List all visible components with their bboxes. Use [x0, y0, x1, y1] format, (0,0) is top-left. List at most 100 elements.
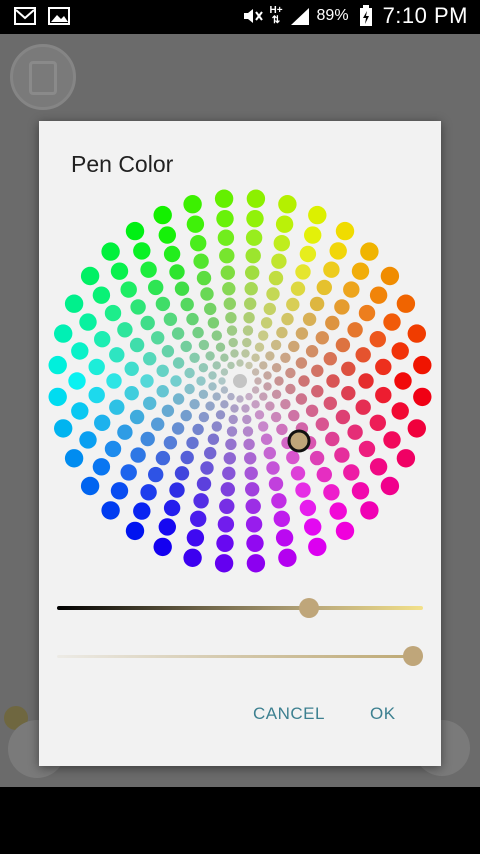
cancel-button[interactable]: CANCEL: [253, 704, 325, 724]
color-swatch[interactable]: [295, 482, 311, 498]
color-swatch[interactable]: [189, 399, 200, 410]
color-swatch[interactable]: [212, 361, 221, 370]
color-swatch[interactable]: [48, 355, 67, 375]
color-swatch[interactable]: [158, 518, 176, 536]
color-swatch[interactable]: [325, 431, 340, 447]
color-swatch[interactable]: [295, 357, 308, 369]
color-swatch[interactable]: [288, 409, 300, 422]
color-swatch[interactable]: [109, 399, 125, 415]
color-swatch[interactable]: [270, 339, 282, 351]
color-swatch[interactable]: [325, 315, 340, 331]
color-swatch[interactable]: [271, 389, 282, 399]
color-swatch[interactable]: [358, 304, 376, 322]
color-swatch[interactable]: [246, 534, 264, 552]
color-swatch[interactable]: [295, 327, 309, 340]
color-swatch[interactable]: [326, 374, 340, 388]
color-swatch-center[interactable]: [233, 374, 247, 388]
color-swatch[interactable]: [271, 253, 287, 269]
color-swatch[interactable]: [309, 296, 325, 312]
color-swatch[interactable]: [298, 375, 310, 387]
color-swatch[interactable]: [79, 431, 97, 449]
color-swatch[interactable]: [186, 215, 205, 233]
color-swatch[interactable]: [71, 402, 89, 420]
color-swatch[interactable]: [71, 342, 89, 360]
color-swatch[interactable]: [275, 529, 294, 547]
color-swatch[interactable]: [246, 189, 266, 208]
color-swatch[interactable]: [369, 458, 388, 476]
color-swatch[interactable]: [274, 376, 284, 386]
color-swatch[interactable]: [341, 361, 356, 376]
color-swatch[interactable]: [220, 400, 229, 409]
color-swatch[interactable]: [242, 325, 254, 336]
color-swatch[interactable]: [151, 331, 165, 345]
color-swatch[interactable]: [242, 426, 254, 437]
color-swatch[interactable]: [251, 400, 260, 409]
color-swatch[interactable]: [171, 422, 185, 435]
color-swatch[interactable]: [172, 357, 185, 369]
color-swatch[interactable]: [244, 297, 257, 310]
color-swatch[interactable]: [196, 376, 206, 386]
color-swatch[interactable]: [266, 287, 280, 301]
color-swatch[interactable]: [243, 312, 255, 324]
color-swatch[interactable]: [407, 324, 426, 343]
color-swatch[interactable]: [286, 450, 300, 465]
color-swatch[interactable]: [311, 385, 324, 398]
color-swatch[interactable]: [309, 450, 325, 466]
color-swatch[interactable]: [211, 421, 222, 432]
color-swatch[interactable]: [304, 518, 322, 536]
color-swatch[interactable]: [228, 414, 238, 425]
color-swatch[interactable]: [171, 327, 185, 340]
color-swatch[interactable]: [125, 521, 145, 541]
color-swatch[interactable]: [285, 367, 296, 379]
color-swatch[interactable]: [110, 482, 129, 500]
color-swatch[interactable]: [251, 386, 260, 394]
color-swatch[interactable]: [183, 548, 202, 567]
color-swatch[interactable]: [275, 215, 294, 233]
color-swatch[interactable]: [335, 409, 351, 425]
color-swatch[interactable]: [280, 352, 291, 363]
color-swatch[interactable]: [125, 221, 145, 241]
color-swatch[interactable]: [369, 331, 386, 348]
color-swatch[interactable]: [124, 361, 139, 376]
color-swatch[interactable]: [226, 426, 238, 437]
color-swatch[interactable]: [153, 537, 172, 557]
color-swatch[interactable]: [174, 466, 190, 481]
color-swatch[interactable]: [48, 387, 67, 407]
color-swatch[interactable]: [163, 436, 178, 450]
color-swatch[interactable]: [214, 189, 234, 208]
color-swatch[interactable]: [311, 364, 324, 377]
color-swatch[interactable]: [133, 242, 151, 260]
color-swatch[interactable]: [208, 371, 217, 380]
color-swatch[interactable]: [281, 312, 294, 326]
color-swatch[interactable]: [263, 446, 276, 460]
color-swatch[interactable]: [54, 419, 73, 438]
color-swatch[interactable]: [217, 516, 235, 533]
color-swatch[interactable]: [222, 466, 236, 480]
color-swatch[interactable]: [79, 313, 97, 331]
color-swatch[interactable]: [68, 372, 86, 390]
color-swatch[interactable]: [254, 342, 265, 352]
color-swatch[interactable]: [270, 411, 282, 423]
color-swatch[interactable]: [186, 312, 199, 326]
color-swatch[interactable]: [158, 226, 176, 244]
selected-color-indicator[interactable]: [287, 429, 311, 453]
color-swatch[interactable]: [268, 270, 284, 286]
ok-button[interactable]: OK: [370, 704, 396, 724]
color-swatch[interactable]: [211, 330, 222, 341]
color-swatch[interactable]: [200, 287, 214, 301]
color-swatch[interactable]: [208, 382, 217, 391]
color-swatch[interactable]: [251, 353, 260, 362]
color-swatch[interactable]: [92, 286, 111, 304]
color-swatch[interactable]: [161, 345, 175, 358]
color-swatch[interactable]: [120, 281, 137, 298]
color-swatch[interactable]: [196, 476, 212, 492]
color-swatch[interactable]: [180, 340, 192, 353]
color-swatch[interactable]: [204, 302, 217, 316]
color-swatch[interactable]: [200, 461, 214, 475]
color-swatch[interactable]: [186, 529, 205, 547]
color-swatch[interactable]: [192, 423, 204, 436]
color-swatch[interactable]: [375, 358, 392, 376]
color-swatch[interactable]: [335, 521, 355, 541]
color-swatch[interactable]: [369, 414, 386, 431]
color-swatch[interactable]: [396, 294, 416, 313]
